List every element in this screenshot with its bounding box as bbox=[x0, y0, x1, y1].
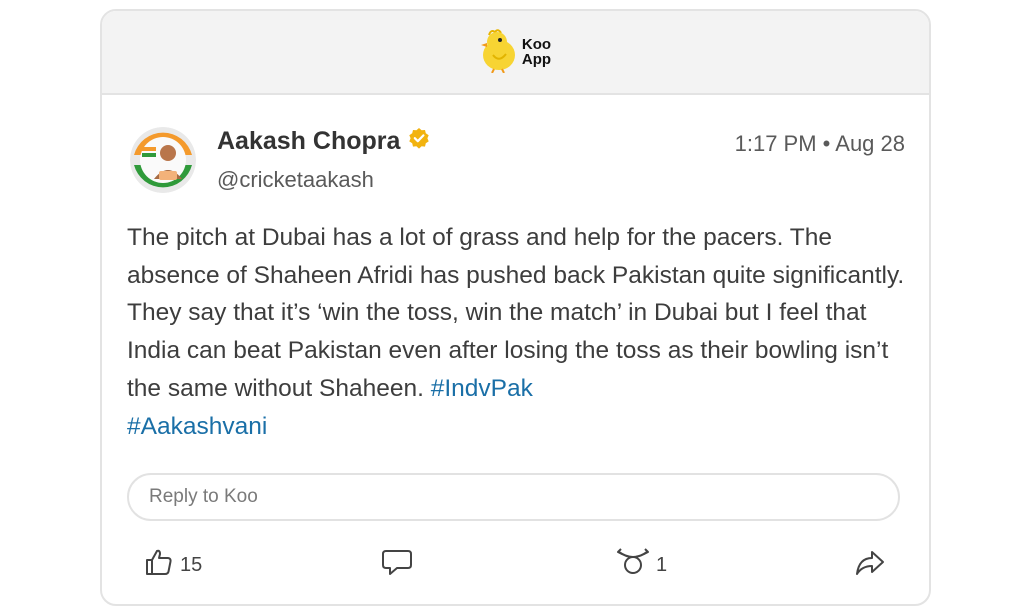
reply-placeholder: Reply to Koo bbox=[149, 486, 258, 507]
comment-icon bbox=[381, 547, 413, 583]
post-timestamp: 1:17 PM • Aug 28 bbox=[734, 131, 905, 156]
rekoo-count: 1 bbox=[656, 553, 668, 576]
like-button[interactable]: 15 bbox=[144, 547, 202, 583]
share-button[interactable] bbox=[854, 547, 886, 583]
author-name-row[interactable]: Aakash Chopra bbox=[217, 127, 430, 156]
comment-button[interactable] bbox=[381, 547, 413, 583]
like-count: 15 bbox=[180, 553, 203, 576]
koo-post-card: Koo App Aakash Chopra @cricketaakash 1:1… bbox=[100, 9, 931, 606]
verified-badge-icon bbox=[408, 127, 430, 156]
post-body: The pitch at Dubai has a lot of grass an… bbox=[127, 219, 907, 445]
action-bar: 15 1 bbox=[102, 547, 929, 587]
author-name[interactable]: Aakash Chopra bbox=[217, 127, 400, 156]
logo-line1: Koo bbox=[521, 36, 552, 53]
hashtag-link[interactable]: #Aakashvani bbox=[127, 413, 267, 440]
post: Aakash Chopra @cricketaakash 1:17 PM • A… bbox=[102, 95, 929, 604]
logo-text: Koo App bbox=[522, 37, 551, 67]
share-icon bbox=[854, 547, 886, 583]
author-handle[interactable]: @cricketaakash bbox=[217, 167, 374, 193]
rekoo-button[interactable]: 1 bbox=[616, 547, 667, 583]
hashtag-link[interactable]: #IndvPak bbox=[431, 375, 533, 402]
koo-chick-icon bbox=[480, 27, 518, 78]
koo-app-logo[interactable]: Koo App bbox=[480, 27, 551, 78]
logo-line2: App bbox=[521, 51, 552, 68]
avatar[interactable] bbox=[130, 127, 196, 193]
card-header: Koo App bbox=[102, 11, 929, 95]
reply-input[interactable]: Reply to Koo bbox=[127, 473, 900, 521]
rekoo-icon bbox=[616, 547, 650, 583]
thumbs-up-icon bbox=[144, 547, 174, 583]
